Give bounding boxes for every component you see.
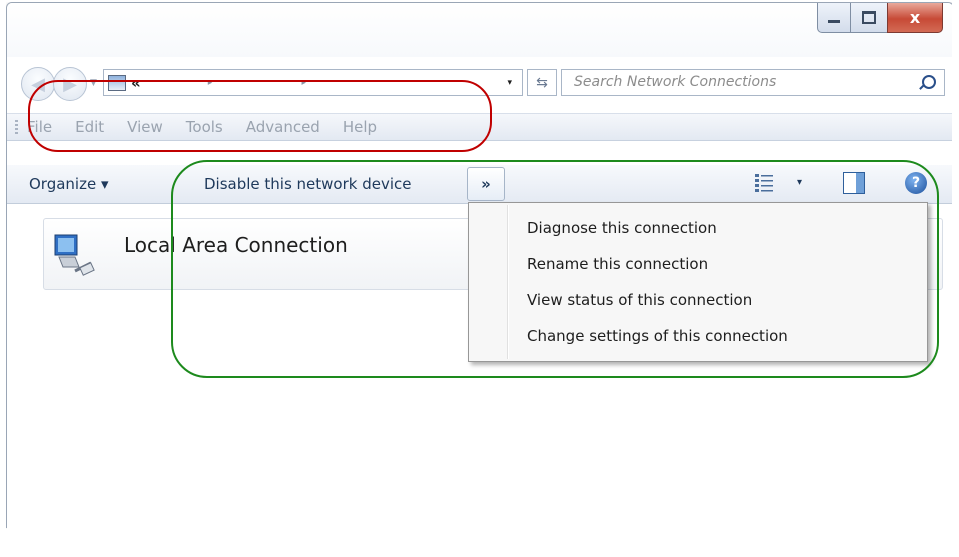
menu-item-change-settings[interactable]: Change settings of this connection bbox=[527, 327, 788, 345]
preview-pane-icon[interactable] bbox=[843, 172, 865, 194]
search-box[interactable] bbox=[561, 69, 945, 96]
breadcrumb-arrow-icon[interactable]: ▸ bbox=[302, 78, 307, 88]
address-dropdown-icon[interactable]: ▾ bbox=[507, 78, 512, 88]
breadcrumb-item[interactable]: A... bbox=[179, 75, 200, 90]
back-button[interactable]: ◀ bbox=[21, 67, 55, 101]
more-commands-menu: Diagnose this connection Rename this con… bbox=[468, 202, 928, 362]
menu-edit[interactable]: Edit bbox=[75, 118, 104, 136]
command-bar: Organize ▾ Disable this network device »… bbox=[7, 165, 953, 204]
network-folder-icon bbox=[108, 75, 126, 91]
help-icon[interactable]: ? bbox=[905, 172, 927, 194]
navigation-row: ◀ ▶ ▼ « A... ▸ Net... ▸ ▾ ⇆ bbox=[7, 63, 953, 101]
toolbar-grip[interactable] bbox=[15, 120, 18, 136]
title-bar: x bbox=[7, 3, 953, 57]
back-arrow-icon: ◀ bbox=[31, 73, 45, 95]
explorer-window: x ◀ ▶ ▼ « A... ▸ Net... ▸ ▾ ⇆ Fil bbox=[6, 2, 954, 557]
menu-file[interactable]: File bbox=[27, 118, 52, 136]
chevron-right-icon: » bbox=[481, 175, 491, 193]
menu-view[interactable]: View bbox=[127, 118, 163, 136]
view-options-dropdown-icon[interactable]: ▾ bbox=[797, 177, 802, 188]
refresh-button[interactable]: ⇆ bbox=[527, 69, 557, 96]
refresh-icon: ⇆ bbox=[536, 74, 548, 91]
menu-tools[interactable]: Tools bbox=[186, 118, 223, 136]
breadcrumb-item[interactable]: Net... bbox=[258, 75, 293, 90]
forward-button[interactable]: ▶ bbox=[53, 67, 87, 101]
breadcrumb-arrow-icon[interactable]: ▸ bbox=[208, 78, 213, 88]
address-bar[interactable]: « A... ▸ Net... ▸ ▾ bbox=[103, 69, 523, 96]
close-button[interactable]: x bbox=[887, 3, 943, 33]
forward-arrow-icon: ▶ bbox=[63, 73, 77, 95]
window-controls: x bbox=[818, 3, 943, 33]
maximize-icon bbox=[862, 11, 876, 24]
search-input[interactable] bbox=[562, 70, 904, 93]
menu-item-view-status[interactable]: View status of this connection bbox=[527, 291, 752, 309]
menu-help[interactable]: Help bbox=[343, 118, 377, 136]
menu-advanced[interactable]: Advanced bbox=[246, 118, 320, 136]
connection-name: Local Area Connection bbox=[124, 233, 348, 257]
organize-button[interactable]: Organize ▾ bbox=[29, 175, 109, 193]
menu-bar: File Edit View Tools Advanced Help bbox=[7, 113, 953, 141]
menu-item-rename[interactable]: Rename this connection bbox=[527, 255, 708, 273]
menu-item-diagnose[interactable]: Diagnose this connection bbox=[527, 219, 717, 237]
more-commands-button[interactable]: » bbox=[467, 167, 505, 201]
minimize-button[interactable] bbox=[817, 3, 851, 33]
hidden-crumbs-chevron[interactable]: « bbox=[131, 74, 141, 92]
minimize-icon bbox=[828, 20, 840, 23]
change-view-icon[interactable] bbox=[755, 173, 773, 193]
network-adapter-icon bbox=[53, 233, 95, 277]
recent-pages-dropdown-icon[interactable]: ▼ bbox=[90, 78, 97, 88]
maximize-button[interactable] bbox=[850, 3, 888, 33]
disable-device-button[interactable]: Disable this network device bbox=[204, 175, 412, 193]
menu-gutter bbox=[507, 205, 509, 359]
search-icon[interactable] bbox=[922, 75, 936, 89]
close-icon: x bbox=[909, 8, 921, 27]
